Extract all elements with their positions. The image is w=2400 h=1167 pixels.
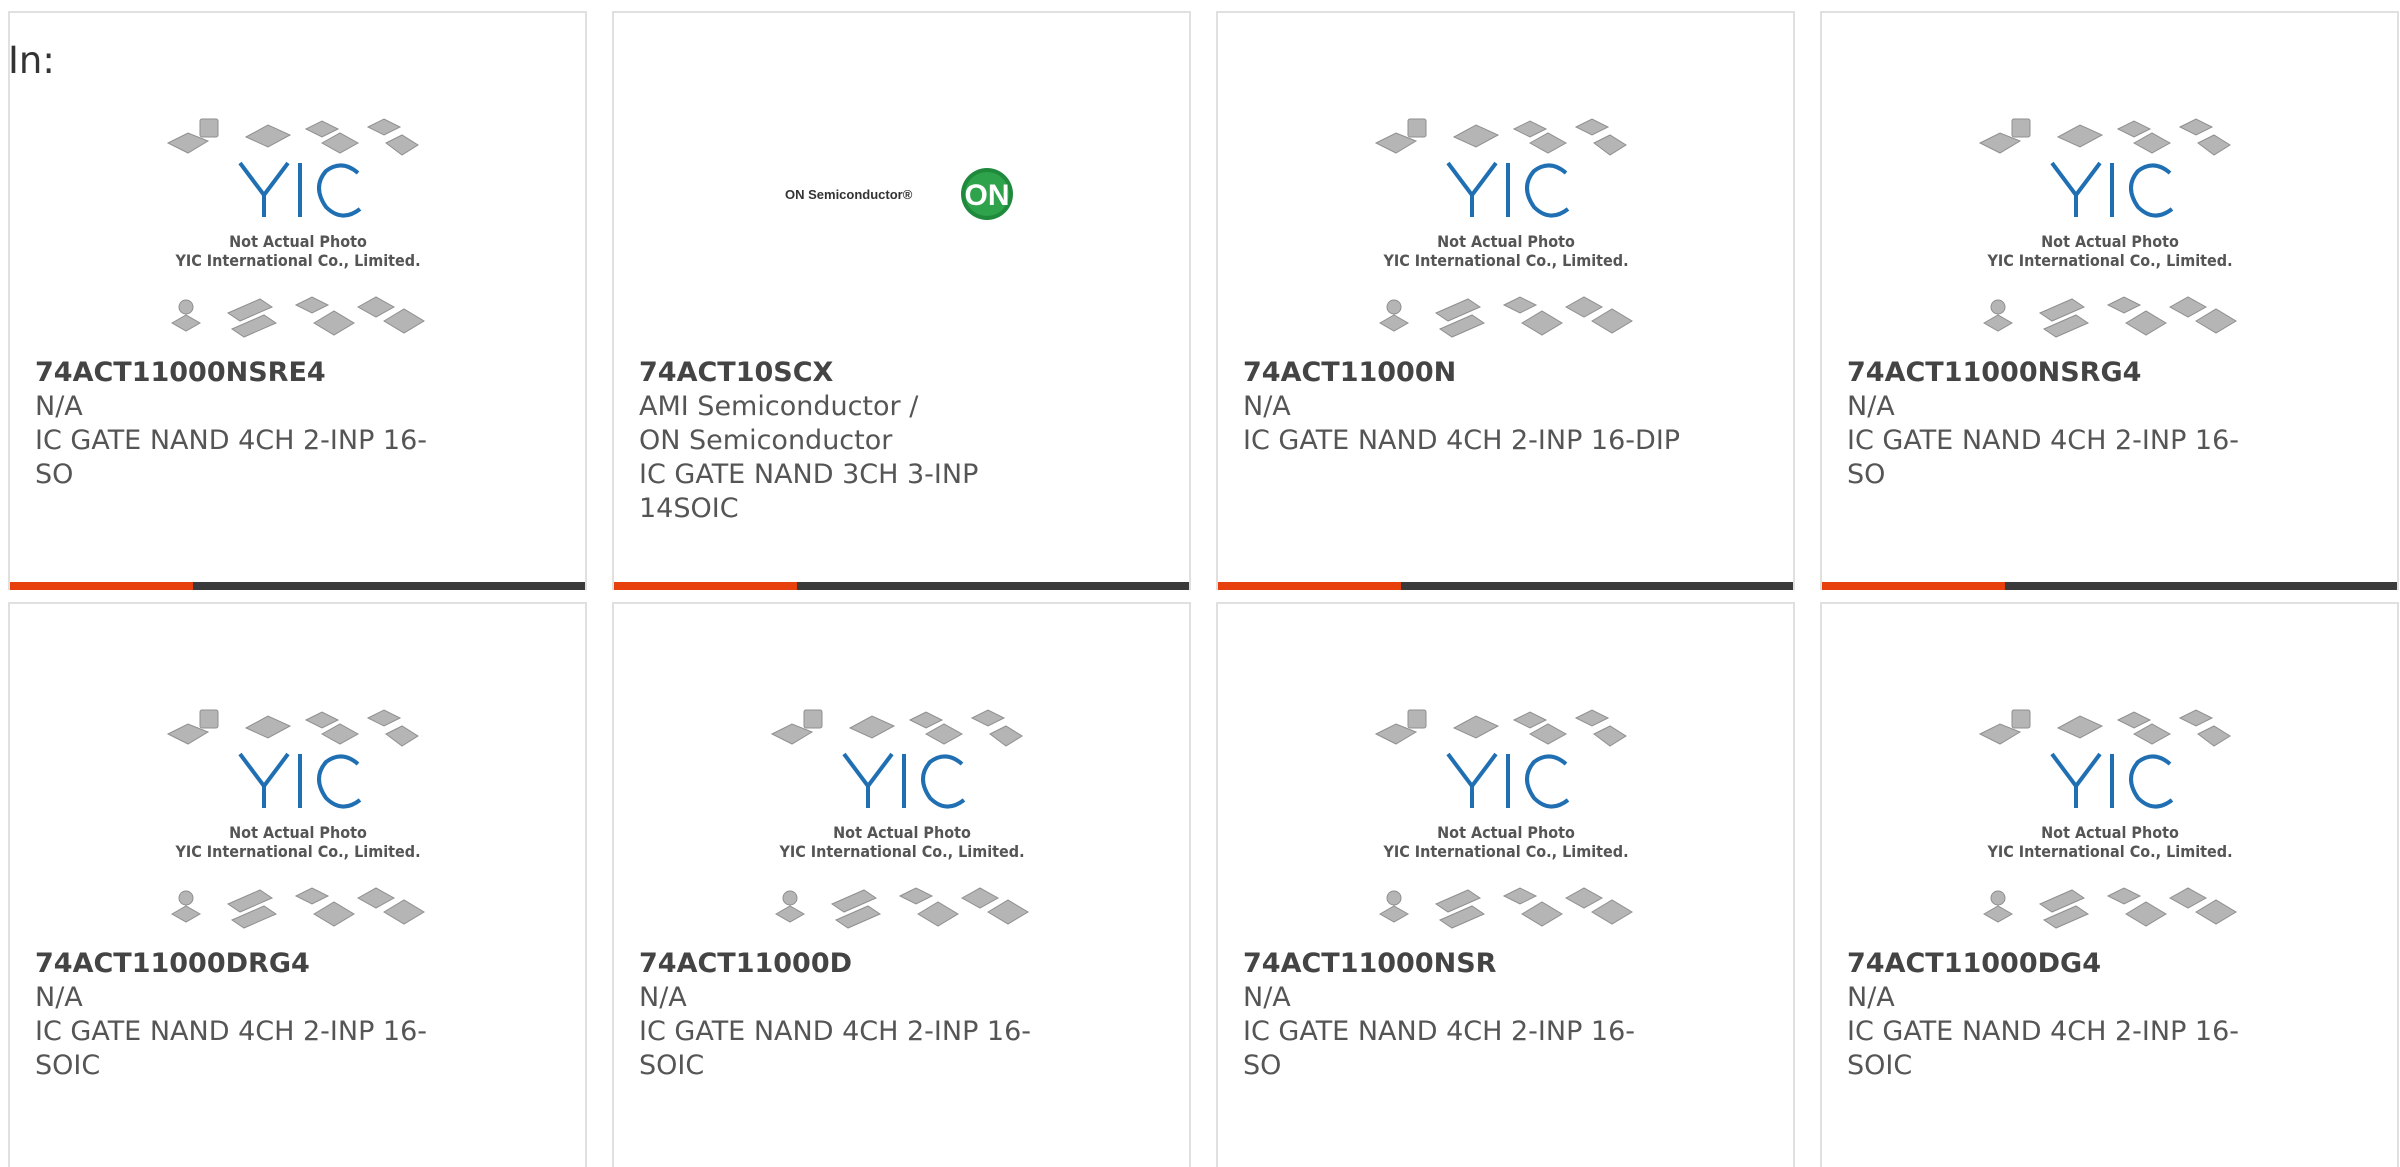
svg-text:Not Actual Photo: Not Actual Photo: [2041, 823, 2179, 842]
part-number[interactable]: 74ACT11000NSRG4: [1847, 356, 2277, 390]
product-info: 74ACT11000DG4 N/A IC GATE NAND 4CH 2-INP…: [1847, 947, 2277, 1083]
manufacturer: N/A: [35, 391, 83, 422]
part-number[interactable]: 74ACT11000NSR: [1243, 947, 1673, 981]
description: IC GATE NAND 4CH 2-INP 16-SOIC: [639, 1016, 1032, 1081]
svg-text:YIC International Co., Limited: YIC International Co., Limited.: [1986, 251, 2232, 270]
part-number[interactable]: 74ACT11000DRG4: [35, 947, 465, 981]
svg-text:YIC International Co., Limited: YIC International Co., Limited.: [1382, 842, 1628, 861]
product-card[interactable]: Not Actual Photo YIC International Co., …: [1820, 11, 2399, 590]
manufacturer: N/A: [1243, 982, 1291, 1013]
part-number[interactable]: 74ACT11000D: [639, 947, 1069, 981]
product-info: 74ACT11000DRG4 N/A IC GATE NAND 4CH 2-IN…: [35, 947, 465, 1083]
svg-text:Not Actual Photo: Not Actual Photo: [229, 823, 367, 842]
description: IC GATE NAND 3CH 3-INP 14SOIC: [639, 459, 979, 524]
yic-placeholder-icon: Not Actual Photo YIC International Co., …: [770, 709, 1029, 929]
yic-placeholder-icon: Not Actual Photo YIC International Co., …: [1374, 118, 1633, 338]
svg-text:ON Semiconductor®: ON Semiconductor®: [785, 187, 913, 202]
manufacturer: N/A: [35, 982, 83, 1013]
manufacturer: N/A: [639, 982, 687, 1013]
product-image-placeholder[interactable]: Not Actual Photo YIC International Co., …: [148, 692, 448, 942]
in-filter-label: In:: [8, 39, 55, 82]
product-image-placeholder[interactable]: Not Actual Photo YIC International Co., …: [1356, 692, 1656, 942]
svg-text:YIC International Co., Limited: YIC International Co., Limited.: [174, 842, 420, 861]
product-info: 74ACT11000NSRG4 N/A IC GATE NAND 4CH 2-I…: [1847, 356, 2277, 492]
product-image-logo[interactable]: ON Semiconductor® ON: [752, 101, 1052, 351]
product-image-placeholder[interactable]: Not Actual Photo YIC International Co., …: [148, 101, 448, 351]
part-number[interactable]: 74ACT11000DG4: [1847, 947, 2277, 981]
product-info: 74ACT10SCX AMI Semiconductor / ON Semico…: [639, 356, 1069, 526]
card-bottom-bar: [614, 582, 1189, 590]
product-info: 74ACT11000NSRE4 N/A IC GATE NAND 4CH 2-I…: [35, 356, 465, 492]
svg-text:YIC International Co., Limited: YIC International Co., Limited.: [1382, 251, 1628, 270]
manufacturer: AMI Semiconductor / ON Semiconductor: [639, 391, 919, 456]
on-semiconductor-logo-icon: ON Semiconductor® ON: [785, 168, 1013, 220]
card-bottom-bar: [1822, 582, 2397, 590]
product-image-placeholder[interactable]: Not Actual Photo YIC International Co., …: [1960, 692, 2260, 942]
product-image-placeholder[interactable]: Not Actual Photo YIC International Co., …: [1356, 101, 1656, 351]
manufacturer: N/A: [1847, 982, 1895, 1013]
product-card[interactable]: Not Actual Photo YIC International Co., …: [612, 602, 1191, 1167]
product-image-placeholder[interactable]: Not Actual Photo YIC International Co., …: [752, 692, 1052, 942]
product-card[interactable]: Not Actual Photo YIC International Co., …: [1820, 602, 2399, 1167]
manufacturer: N/A: [1847, 391, 1895, 422]
description: IC GATE NAND 4CH 2-INP 16-SO: [35, 425, 428, 490]
svg-text:Not Actual Photo: Not Actual Photo: [2041, 232, 2179, 251]
yic-placeholder-icon: Not Actual Photo YIC International Co., …: [1374, 709, 1633, 929]
product-info: 74ACT11000N N/A IC GATE NAND 4CH 2-INP 1…: [1243, 356, 1680, 458]
svg-text:Not Actual Photo: Not Actual Photo: [1437, 232, 1575, 251]
product-grid: Not Actual Photo YIC International Co., …: [8, 11, 2399, 1167]
card-bottom-bar: [1218, 582, 1793, 590]
yic-placeholder-icon: Not Actual Photo YIC International Co., …: [1978, 118, 2237, 338]
product-card[interactable]: Not Actual Photo YIC International Co., …: [8, 11, 587, 590]
yic-placeholder-icon: Not Actual Photo YIC International Co., …: [166, 118, 425, 338]
product-card[interactable]: Not Actual Photo YIC International Co., …: [1216, 602, 1795, 1167]
product-image-placeholder[interactable]: Not Actual Photo YIC International Co., …: [1960, 101, 2260, 351]
svg-text:YIC International Co., Limited: YIC International Co., Limited.: [174, 251, 420, 270]
svg-text:Not Actual Photo: Not Actual Photo: [229, 232, 367, 251]
part-number[interactable]: 74ACT10SCX: [639, 356, 1069, 390]
description: IC GATE NAND 4CH 2-INP 16-DIP: [1243, 425, 1681, 456]
part-number[interactable]: 74ACT11000NSRE4: [35, 356, 465, 390]
manufacturer: N/A: [1243, 391, 1291, 422]
product-card[interactable]: ON Semiconductor® ON 74ACT10SCX AMI Semi…: [612, 11, 1191, 590]
product-listing-page: Not Actual Photo YIC International Co., …: [0, 0, 2400, 1167]
card-bottom-bar: [10, 582, 585, 590]
product-info: 74ACT11000D N/A IC GATE NAND 4CH 2-INP 1…: [639, 947, 1069, 1083]
part-number[interactable]: 74ACT11000N: [1243, 356, 1673, 390]
product-card[interactable]: Not Actual Photo YIC International Co., …: [8, 602, 587, 1167]
description: IC GATE NAND 4CH 2-INP 16-SOIC: [35, 1016, 428, 1081]
description: IC GATE NAND 4CH 2-INP 16-SO: [1243, 1016, 1636, 1081]
yic-placeholder-icon: Not Actual Photo YIC International Co., …: [166, 709, 425, 929]
svg-text:YIC International Co., Limited: YIC International Co., Limited.: [778, 842, 1024, 861]
svg-text:ON: ON: [964, 179, 1009, 212]
svg-text:Not Actual Photo: Not Actual Photo: [1437, 823, 1575, 842]
yic-placeholder-icon: Not Actual Photo YIC International Co., …: [1978, 709, 2237, 929]
product-info: 74ACT11000NSR N/A IC GATE NAND 4CH 2-INP…: [1243, 947, 1673, 1083]
description: IC GATE NAND 4CH 2-INP 16-SO: [1847, 425, 2240, 490]
svg-text:YIC International Co., Limited: YIC International Co., Limited.: [1986, 842, 2232, 861]
description: IC GATE NAND 4CH 2-INP 16-SOIC: [1847, 1016, 2240, 1081]
product-card[interactable]: Not Actual Photo YIC International Co., …: [1216, 11, 1795, 590]
svg-text:Not Actual Photo: Not Actual Photo: [833, 823, 971, 842]
